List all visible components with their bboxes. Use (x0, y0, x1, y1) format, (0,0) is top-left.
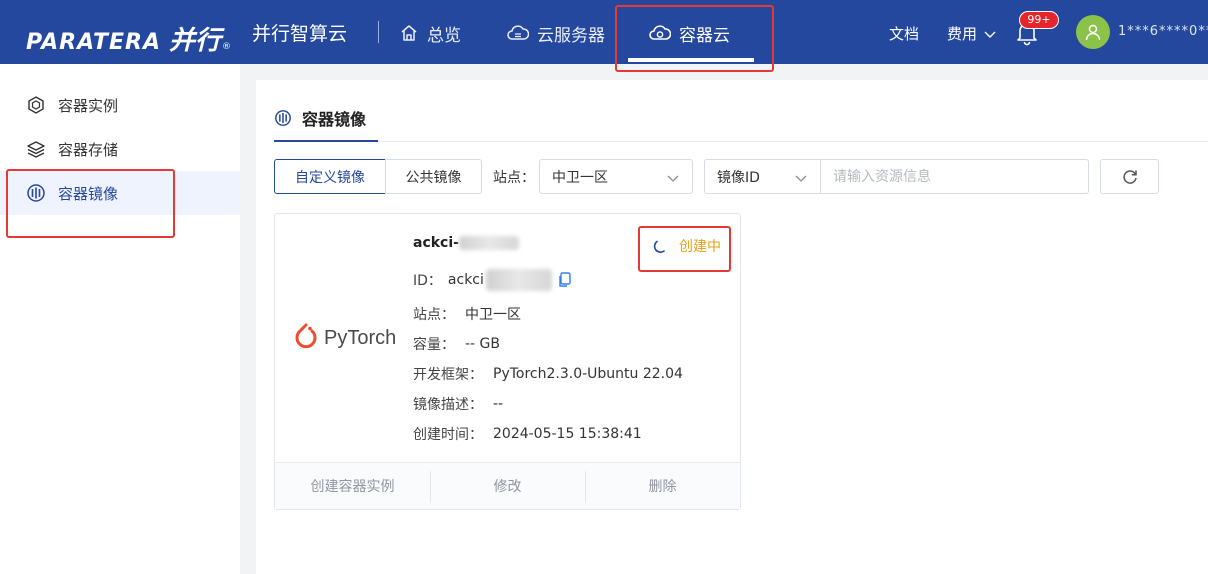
nav-container-cloud-label: 容器云 (679, 25, 730, 46)
refresh-button[interactable] (1100, 159, 1159, 194)
refresh-icon (1122, 169, 1137, 184)
container-image-icon (27, 184, 45, 202)
chevron-down-icon (984, 31, 996, 38)
header-divider (378, 21, 379, 43)
fee-label: 费用 (947, 25, 978, 43)
container-image-icon (275, 110, 291, 126)
nav-active-indicator (628, 58, 754, 62)
site-select-value: 中卫一区 (552, 169, 608, 186)
tab-public-image[interactable]: 公共镜像 (385, 159, 482, 194)
site-select[interactable]: 中卫一区 (539, 159, 693, 194)
redacted-text (458, 236, 519, 250)
nav-cloud-server-label: 云服务器 (537, 25, 605, 46)
image-name: ackci- (413, 235, 519, 251)
card-actions: 创建容器实例 修改 删除 (275, 462, 740, 509)
image-card[interactable]: PyTorch ackci- 创建中 ID： ackci 站点： 中卫一区 容量… (274, 213, 741, 510)
avatar[interactable] (1076, 15, 1110, 49)
status-badge: 创建中 (653, 236, 721, 256)
cloud-server-icon (507, 25, 529, 40)
copy-icon[interactable] (558, 272, 572, 288)
container-storage-icon (27, 141, 45, 158)
site-filter-label: 站点： (493, 170, 535, 186)
sidebar-item-label: 容器存储 (58, 140, 119, 159)
sidebar-item-container-image[interactable]: 容器镜像 (0, 171, 240, 215)
sidebar-item-container-storage[interactable]: 容器存储 (0, 127, 240, 171)
container-cloud-icon (649, 25, 671, 40)
image-created-row: 创建时间： 2024-05-15 15:38:41 (413, 426, 642, 443)
notification-badge: 99+ (1019, 11, 1059, 29)
sidebar-item-container-instance[interactable]: 容器实例 (0, 83, 240, 127)
image-description-row: 镜像描述： -- (413, 396, 504, 413)
page-title-text: 容器镜像 (302, 110, 367, 129)
top-header: PARATERA 并行 ® 并行智算云 总览 云服务器 容器云 文档 费用 99… (0, 0, 1208, 64)
sidebar-item-label: 容器实例 (58, 96, 119, 115)
chevron-down-icon (667, 175, 679, 182)
search-input[interactable] (820, 159, 1089, 194)
image-capacity-row: 容量： -- GB (413, 336, 501, 353)
chevron-down-icon (795, 175, 807, 182)
nav-overview[interactable]: 总览 (399, 20, 461, 46)
image-id-row: ID： ackci (413, 269, 572, 291)
nav-overview-label: 总览 (427, 25, 461, 46)
sidebar: 容器实例 容器存储 容器镜像 (0, 64, 240, 574)
sidebar-item-label: 容器镜像 (58, 184, 119, 203)
username[interactable]: 1***6****0** (1118, 24, 1208, 39)
docs-link[interactable]: 文档 (889, 23, 919, 44)
fee-dropdown[interactable]: 费用 (947, 23, 997, 44)
home-icon (401, 25, 417, 41)
page-title: 容器镜像 (274, 106, 366, 130)
title-divider (274, 141, 1208, 142)
loading-spinner-icon (653, 240, 665, 253)
container-instance-icon (28, 96, 44, 114)
edit-button[interactable]: 修改 (430, 463, 585, 509)
status-text: 创建中 (679, 239, 721, 255)
paratera-logo[interactable]: PARATERA 并行 ® (26, 20, 231, 56)
search-type-select[interactable]: 镜像ID (704, 159, 821, 194)
pytorch-logo: PyTorch (292, 322, 396, 354)
image-framework-row: 开发框架： PyTorch2.3.0-Ubuntu 22.04 (413, 366, 683, 383)
tab-custom-image[interactable]: 自定义镜像 (274, 159, 386, 194)
pytorch-flame-icon (295, 323, 317, 349)
brand-name: 并行智算云 (252, 23, 348, 45)
redacted-text (485, 269, 552, 291)
main-panel: 容器镜像 自定义镜像 公共镜像 站点： 中卫一区 镜像ID PyTorch ac… (256, 80, 1208, 574)
nav-cloud-server[interactable]: 云服务器 (507, 20, 605, 46)
title-active-underline (274, 140, 378, 142)
search-type-value: 镜像ID (717, 169, 760, 186)
create-instance-button[interactable]: 创建容器实例 (275, 463, 430, 509)
nav-container-cloud[interactable]: 容器云 (649, 20, 730, 46)
image-site-row: 站点： 中卫一区 (413, 307, 521, 323)
delete-button[interactable]: 删除 (585, 463, 740, 509)
user-icon (1085, 24, 1101, 41)
